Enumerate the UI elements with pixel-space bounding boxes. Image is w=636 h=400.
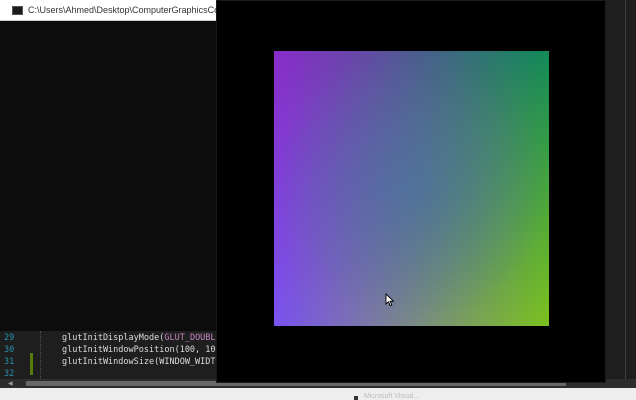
code-editor[interactable]: 29 glutInitDisplayMode(GLUT_DOUBL 30 glu… bbox=[0, 331, 230, 383]
scroll-left-arrow-icon[interactable]: ◀ bbox=[8, 380, 13, 387]
console-body[interactable] bbox=[0, 21, 230, 331]
mouse-cursor-icon bbox=[385, 293, 395, 307]
console-title: C:\Users\Ahmed\Desktop\ComputerGraphicsC… bbox=[28, 5, 230, 15]
line-code: glutInitWindowSize(WINDOW_WIDT bbox=[62, 357, 216, 367]
opengl-window[interactable] bbox=[216, 0, 606, 383]
macro-token: GLUT_DOUBL bbox=[164, 333, 216, 343]
line-code: glutInitDisplayMode(GLUT_DOUBL bbox=[62, 333, 216, 343]
gradient-quad bbox=[274, 51, 549, 326]
change-marker bbox=[30, 353, 33, 375]
console-titlebar[interactable]: C:\Users\Ahmed\Desktop\ComputerGraphicsC… bbox=[0, 0, 230, 21]
editor-vertical-scrollbar[interactable] bbox=[625, 0, 626, 379]
editor-right-strip bbox=[606, 0, 636, 379]
console-app-icon bbox=[12, 5, 23, 15]
line-number: 30 bbox=[4, 345, 15, 355]
line-code: glutInitWindowPosition(100, 10 bbox=[62, 345, 216, 355]
line-number: 29 bbox=[4, 333, 15, 343]
taskbar bbox=[0, 388, 636, 400]
gradient-center-blend bbox=[274, 51, 549, 326]
indent-guide bbox=[40, 331, 41, 379]
taskbar-app-icon[interactable] bbox=[354, 396, 358, 400]
taskbar-app-label[interactable]: Microsoft Visual... bbox=[364, 393, 419, 400]
line-number: 31 bbox=[4, 357, 15, 367]
desktop-screen: 111111111222222222 C:\Users\Ahmed\Deskto… bbox=[0, 0, 636, 400]
